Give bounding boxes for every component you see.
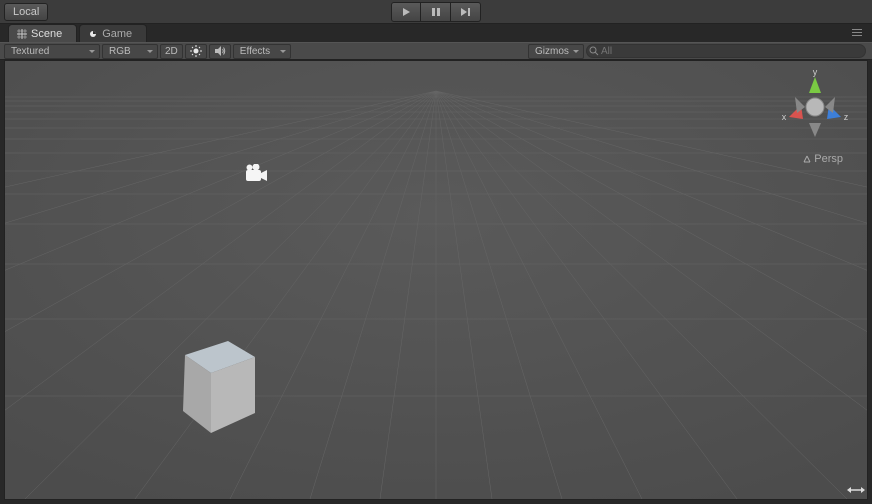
tab-bar: Scene Game bbox=[0, 24, 872, 42]
pivot-mode-button[interactable]: Local bbox=[4, 3, 48, 21]
tab-options-icon bbox=[852, 28, 866, 36]
render-mode-label: RGB bbox=[109, 46, 131, 57]
game-icon bbox=[88, 29, 98, 39]
camera-gizmo-icon bbox=[240, 164, 268, 186]
tab-scene-label: Scene bbox=[31, 28, 62, 40]
pause-button[interactable] bbox=[421, 2, 451, 22]
draw-mode-dropdown[interactable]: Textured bbox=[4, 44, 100, 59]
projection-label: Persp bbox=[814, 153, 843, 165]
step-icon bbox=[460, 7, 472, 17]
scene-grid bbox=[5, 61, 867, 499]
axis-x-label: x bbox=[782, 112, 787, 122]
tab-game[interactable]: Game bbox=[79, 24, 147, 42]
audio-toggle[interactable] bbox=[209, 44, 231, 59]
sun-icon bbox=[190, 45, 202, 57]
play-button[interactable] bbox=[391, 2, 421, 22]
effects-label: Effects bbox=[240, 46, 270, 57]
scene-icon bbox=[17, 29, 27, 39]
scene-viewport[interactable]: y x z Persp bbox=[4, 60, 868, 500]
cube-object bbox=[175, 333, 265, 438]
effects-dropdown[interactable]: Effects bbox=[233, 44, 291, 59]
lighting-toggle[interactable] bbox=[185, 44, 207, 59]
orientation-gizmo[interactable]: y x z bbox=[775, 67, 855, 147]
gizmos-label: Gizmos bbox=[535, 46, 569, 57]
pivot-mode-label: Local bbox=[13, 6, 39, 18]
scene-toolbar: Textured RGB 2D Effects Gizmos bbox=[0, 42, 872, 60]
view-2d-toggle[interactable]: 2D bbox=[160, 44, 183, 59]
resize-handle-icon[interactable] bbox=[847, 483, 865, 497]
search-icon bbox=[589, 46, 599, 56]
search-input[interactable] bbox=[586, 44, 866, 58]
render-mode-dropdown[interactable]: RGB bbox=[102, 44, 158, 59]
draw-mode-label: Textured bbox=[11, 46, 49, 57]
step-button[interactable] bbox=[451, 2, 481, 22]
top-bar: Local bbox=[0, 0, 872, 24]
play-icon bbox=[401, 7, 411, 17]
axis-z-label: z bbox=[844, 112, 849, 122]
gizmos-dropdown[interactable]: Gizmos bbox=[528, 44, 584, 59]
tab-scene[interactable]: Scene bbox=[8, 24, 77, 42]
pause-icon bbox=[431, 7, 441, 17]
tab-game-label: Game bbox=[102, 28, 132, 40]
projection-icon bbox=[802, 154, 812, 164]
axis-y-label: y bbox=[813, 67, 818, 77]
play-controls bbox=[391, 2, 481, 22]
audio-icon bbox=[214, 45, 226, 57]
projection-toggle[interactable]: Persp bbox=[802, 153, 843, 165]
tab-options-button[interactable] bbox=[852, 28, 866, 36]
search-area: Gizmos bbox=[528, 44, 866, 59]
view-2d-label: 2D bbox=[165, 46, 178, 57]
